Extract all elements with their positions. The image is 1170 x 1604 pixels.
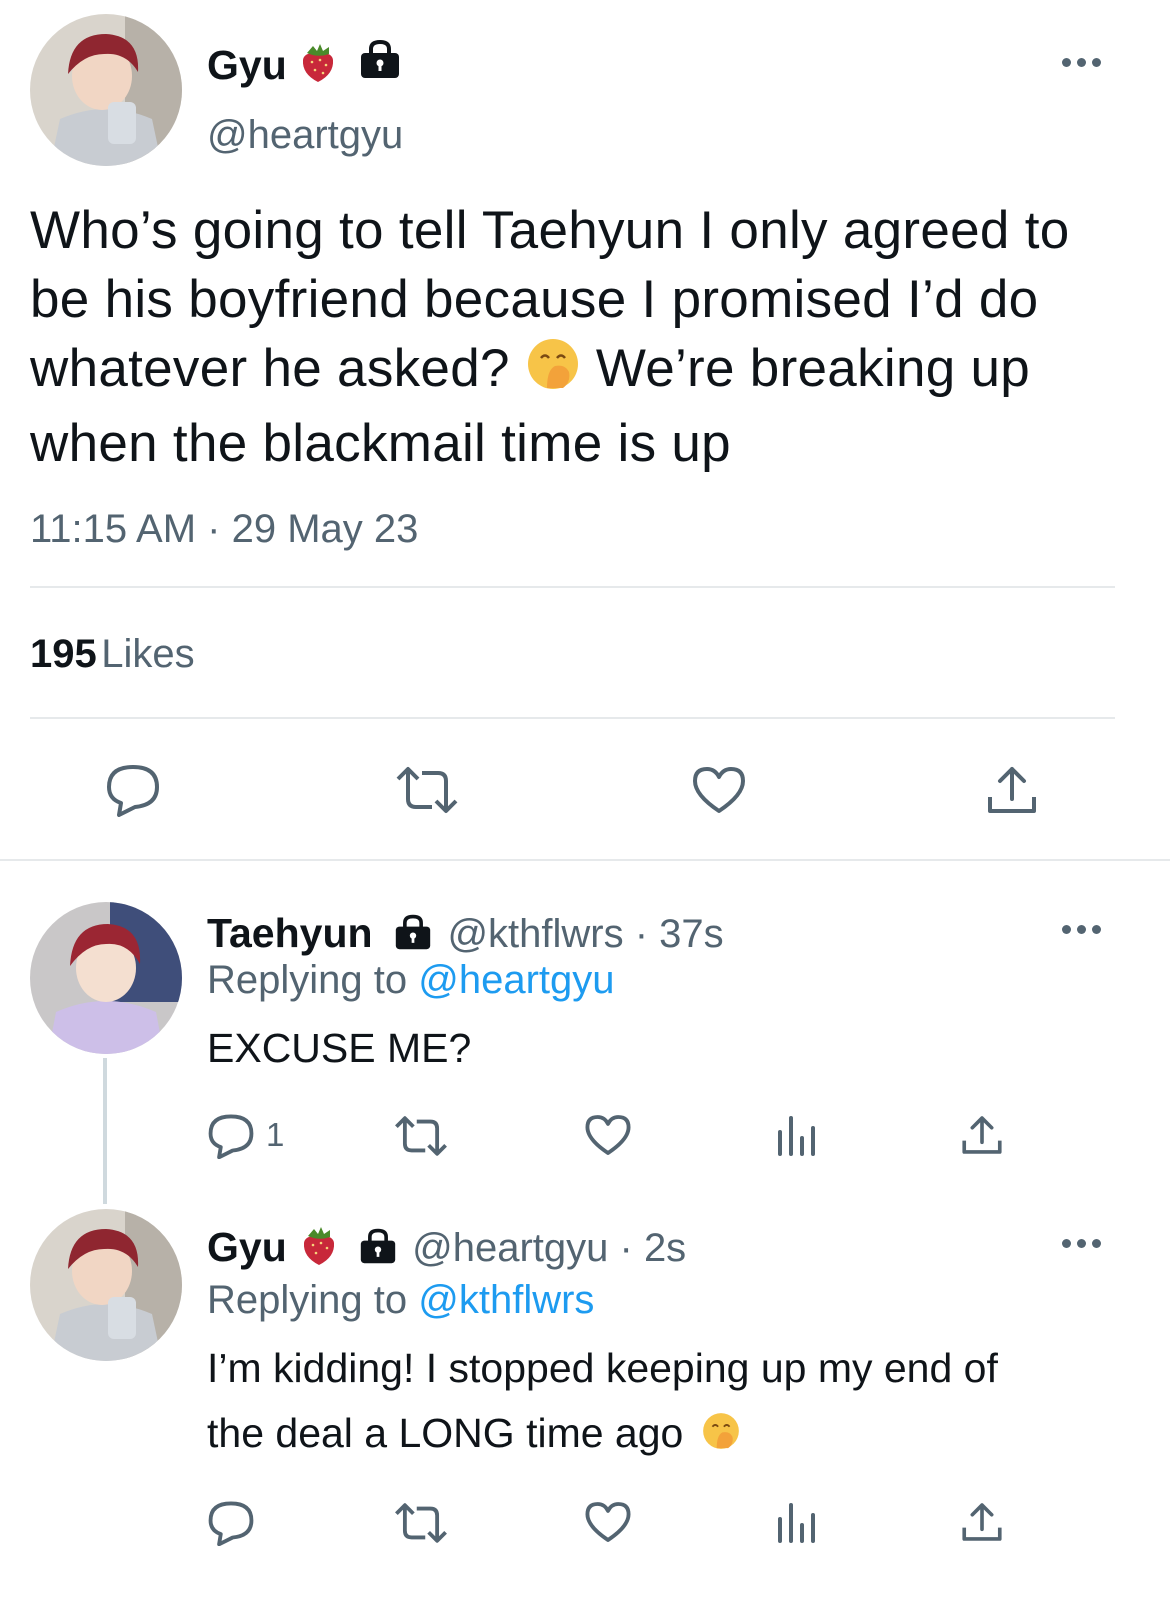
like-icon[interactable] [691, 765, 747, 815]
strawberry-icon [299, 1225, 339, 1267]
author-handle[interactable]: @heartgyu [207, 113, 403, 158]
hand-over-mouth-emoji [701, 1411, 741, 1461]
like-icon[interactable] [584, 1113, 632, 1157]
lock-icon [358, 38, 402, 80]
thread-line [103, 1058, 107, 1204]
analytics-icon[interactable] [776, 1501, 816, 1545]
section-divider [0, 859, 1170, 861]
reply-text-line2: the deal a LONG time ago [207, 1410, 741, 1461]
tweet-time: 11:15 AM [30, 507, 197, 551]
reply-avatar[interactable] [30, 902, 182, 1054]
tweet-text: Who’s going to tell Taehyun I only agree… [30, 196, 1140, 478]
reply-age: 2s [643, 1226, 687, 1270]
divider [30, 717, 1115, 719]
replying-to: Replying to @heartgyu [207, 958, 615, 1003]
lock-icon [393, 913, 433, 951]
replying-label: Replying to [207, 958, 408, 1002]
share-icon[interactable] [961, 1499, 1003, 1545]
more-options-icon[interactable] [1062, 1233, 1106, 1253]
divider [30, 586, 1115, 588]
reply-header: Taehyun @kthflwrs · 37s [207, 910, 724, 956]
replying-handle-link[interactable]: @kthflwrs [418, 1278, 594, 1322]
lock-icon [358, 1227, 398, 1265]
reply-text: EXCUSE ME? [207, 1025, 472, 1071]
tweet-timestamp[interactable]: 11:15 AM · 29 May 23 [30, 507, 418, 552]
retweet-icon[interactable] [394, 765, 460, 815]
hand-over-mouth-emoji [525, 336, 581, 409]
reply-author-handle[interactable]: @kthflwrs [447, 912, 623, 956]
reply-text-line1: I’m kidding! I stopped keeping up my end… [207, 1345, 998, 1391]
reply-icon[interactable] [207, 1113, 255, 1159]
likes-count: 195 [30, 632, 97, 676]
reply-text-line2-text: the deal a LONG time ago [207, 1410, 684, 1456]
reply-avatar[interactable] [30, 1209, 182, 1361]
strawberry-icon [298, 42, 338, 84]
reply-author-name[interactable]: Gyu [207, 1224, 287, 1270]
retweet-icon[interactable] [393, 1114, 449, 1158]
reply-age: 37s [659, 912, 724, 956]
replying-handle-link[interactable]: @heartgyu [418, 958, 614, 1002]
reply-author-handle[interactable]: @heartgyu [412, 1226, 608, 1270]
reply-icon[interactable] [207, 1500, 255, 1546]
share-icon[interactable] [961, 1112, 1003, 1158]
likes-label: Likes [101, 632, 195, 676]
tweet-date: 29 May 23 [231, 507, 419, 551]
retweet-icon[interactable] [393, 1501, 449, 1545]
more-options-icon[interactable] [1062, 52, 1106, 72]
replying-to: Replying to @kthflwrs [207, 1278, 594, 1323]
reply-author-name[interactable]: Taehyun [207, 910, 373, 956]
share-icon[interactable] [986, 763, 1038, 817]
author-name[interactable]: Gyu [207, 42, 287, 89]
analytics-icon[interactable] [776, 1114, 816, 1158]
author-avatar[interactable] [30, 14, 182, 166]
reply-count: 1 [266, 1116, 285, 1153]
reply-icon[interactable] [105, 763, 161, 817]
reply-header: Gyu @heartgyu · 2s [207, 1224, 687, 1270]
more-options-icon[interactable] [1062, 919, 1106, 939]
likes-stat[interactable]: 195 Likes [30, 632, 195, 677]
like-icon[interactable] [584, 1500, 632, 1544]
replying-label: Replying to [207, 1278, 408, 1322]
